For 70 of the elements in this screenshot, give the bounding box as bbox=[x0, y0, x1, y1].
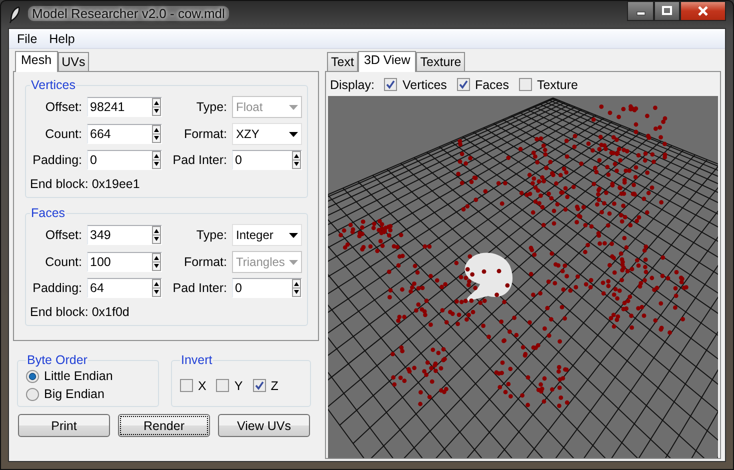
spinner-arrows-icon[interactable] bbox=[152, 98, 161, 116]
caret-icon bbox=[289, 260, 298, 264]
checkbox-label: Faces bbox=[474, 78, 509, 92]
spin-box[interactable]: 64 bbox=[87, 278, 162, 298]
push-button[interactable]: Print bbox=[18, 414, 110, 437]
group-title: Invert bbox=[180, 353, 214, 367]
checkbox[interactable] bbox=[252, 379, 266, 392]
radio-button[interactable] bbox=[26, 388, 39, 400]
spin-box[interactable]: 0 bbox=[232, 150, 302, 170]
spinner-arrows-icon[interactable] bbox=[152, 151, 161, 169]
menu-item[interactable]: Help bbox=[43, 32, 81, 46]
checkbox[interactable] bbox=[180, 379, 193, 392]
field-label: Count: bbox=[44, 127, 82, 141]
checkbox[interactable] bbox=[518, 78, 532, 91]
spin-box[interactable]: 0 bbox=[232, 278, 302, 298]
dropdown[interactable]: XZY bbox=[232, 123, 302, 145]
field-label: Padding: bbox=[32, 153, 82, 167]
tab[interactable]: Mesh bbox=[15, 51, 58, 72]
caret-icon bbox=[289, 104, 298, 110]
spinner-arrows-icon[interactable] bbox=[152, 279, 161, 297]
spin-box[interactable]: 664 bbox=[87, 124, 162, 144]
push-button[interactable]: View UVs bbox=[218, 414, 310, 437]
group-title: Vertices bbox=[30, 78, 76, 92]
spin-box[interactable]: 100 bbox=[87, 252, 162, 272]
spinner-arrows-icon[interactable] bbox=[152, 125, 161, 143]
spinner-arrows-icon[interactable] bbox=[152, 226, 161, 244]
feather-icon bbox=[8, 6, 22, 24]
spinner-arrows-icon[interactable] bbox=[292, 151, 301, 169]
field-label: Pad Inter: bbox=[172, 281, 227, 295]
checkbox-label: Z bbox=[270, 378, 278, 392]
field-label: Format: bbox=[182, 127, 227, 141]
group-title: Faces bbox=[30, 206, 66, 220]
tab[interactable]: Texture bbox=[416, 52, 466, 71]
field-label: Type: bbox=[195, 100, 227, 114]
tab[interactable]: 3D View bbox=[358, 51, 416, 72]
caret-icon bbox=[289, 232, 298, 238]
tab[interactable]: Text bbox=[327, 52, 358, 71]
field-label: Format: bbox=[182, 255, 227, 269]
end-block-text: End block: 0x1f0d bbox=[30, 305, 130, 319]
caret-icon bbox=[289, 132, 298, 136]
field-label: Count: bbox=[44, 255, 82, 269]
radio-label: Big Endian bbox=[44, 387, 104, 401]
maximize-icon[interactable] bbox=[660, 6, 674, 16]
menu-item[interactable]: File bbox=[11, 32, 44, 46]
spinner-arrows-icon[interactable] bbox=[152, 253, 161, 271]
spin-box[interactable]: 0 bbox=[87, 150, 162, 170]
end-block-text: End block: 0x19ee1 bbox=[30, 177, 141, 191]
display-label: Display: bbox=[330, 78, 374, 92]
group-title: Byte Order bbox=[26, 353, 88, 367]
spin-box[interactable]: 98241 bbox=[87, 97, 162, 117]
radio-button[interactable] bbox=[26, 370, 39, 382]
checkbox[interactable] bbox=[216, 379, 230, 392]
checkbox-label: Texture bbox=[536, 78, 578, 92]
checkbox-label: X bbox=[198, 378, 206, 392]
field-label: Offset: bbox=[44, 228, 82, 242]
dropdown[interactable]: Integer bbox=[232, 224, 302, 246]
field-label: Offset: bbox=[44, 100, 82, 114]
push-button[interactable]: Render bbox=[118, 414, 210, 437]
close-icon[interactable] bbox=[696, 6, 710, 16]
tab[interactable]: UVs bbox=[58, 52, 90, 71]
field-label: Pad Inter: bbox=[172, 153, 227, 167]
spin-box[interactable]: 349 bbox=[87, 225, 162, 245]
checkbox[interactable] bbox=[384, 78, 398, 91]
field-label: Type: bbox=[195, 228, 227, 242]
checkbox-label: Y bbox=[234, 378, 243, 392]
checkbox[interactable] bbox=[456, 78, 470, 91]
field-label: Padding: bbox=[32, 281, 82, 295]
radio-label: Little Endian bbox=[44, 369, 113, 383]
checkbox-label: Vertices bbox=[402, 78, 447, 92]
spinner-arrows-icon[interactable] bbox=[292, 279, 301, 297]
